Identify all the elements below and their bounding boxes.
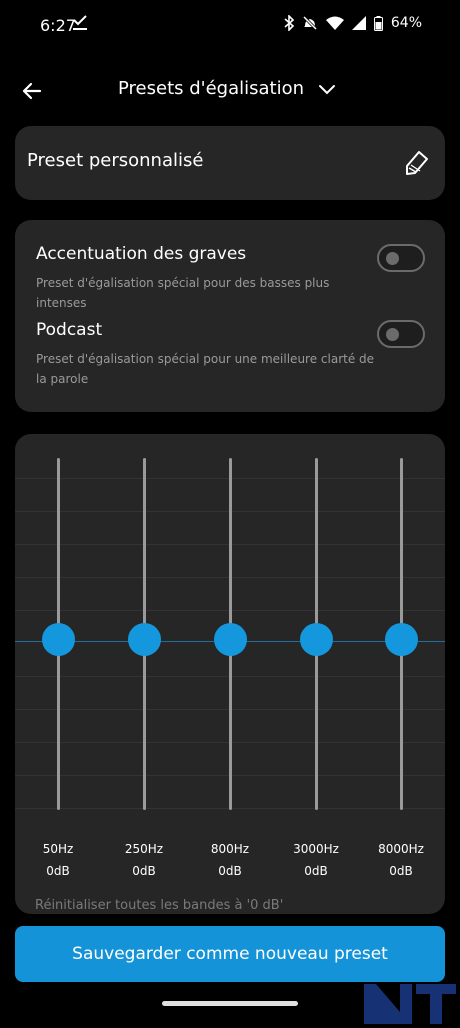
equalizer-card: 50Hz 0dB 250Hz 0dB 800Hz 0dB 3000Hz 0dB …	[15, 434, 445, 914]
eq-band-800hz: 800Hz 0dB	[200, 434, 260, 894]
eq-band-gain: 0dB	[389, 864, 413, 878]
eq-slider-handle[interactable]	[385, 623, 418, 656]
eq-band-frequency: 800Hz	[210, 842, 250, 856]
status-icons: 64%	[284, 15, 422, 31]
eq-band-3000hz: 3000Hz 0dB	[286, 434, 346, 894]
page-title: Presets d'égalisation	[118, 78, 305, 99]
eq-band-8000hz: 8000Hz 0dB	[371, 434, 431, 894]
back-button[interactable]	[18, 76, 48, 106]
eq-band-frequency: 250Hz	[124, 842, 164, 856]
eq-band-frequency: 50Hz	[42, 842, 74, 856]
status-time: 6:27	[40, 16, 76, 35]
chevron-down-icon	[319, 84, 336, 94]
eq-band-gain: 0dB	[132, 864, 156, 878]
pencil-icon	[406, 151, 428, 175]
podcast-description: Preset d'égalisation spécial pour une me…	[36, 352, 375, 386]
podcast-title: Podcast	[36, 320, 103, 340]
bluetooth-icon	[284, 15, 294, 31]
eq-slider-handle[interactable]	[214, 623, 247, 656]
gesture-nav-bar[interactable]	[162, 1001, 298, 1006]
preset-toggles-card: Accentuation des graves Preset d'égalisa…	[15, 220, 445, 412]
eq-slider-handle[interactable]	[300, 623, 333, 656]
status-bar: 6:27 64%	[0, 0, 460, 52]
edit-preset-button[interactable]	[401, 148, 431, 178]
eq-slider-handle[interactable]	[42, 623, 75, 656]
eq-slider-handle[interactable]	[128, 623, 161, 656]
custom-preset-card[interactable]: Preset personnalisé	[15, 126, 445, 200]
header: Presets d'égalisation	[0, 70, 460, 110]
eq-band-frequency: 3000Hz	[293, 842, 339, 856]
eq-band-gain: 0dB	[304, 864, 328, 878]
eq-band-frequency: 8000Hz	[378, 842, 424, 856]
download-done-icon	[72, 14, 88, 32]
mute-icon	[302, 15, 318, 31]
eq-band-250hz: 250Hz 0dB	[114, 434, 174, 894]
signal-icon	[351, 16, 366, 30]
eq-band-gain: 0dB	[218, 864, 242, 878]
podcast-row: Podcast Preset d'égalisation spécial pou…	[36, 320, 425, 389]
wifi-icon	[325, 16, 344, 30]
bass-boost-description: Preset d'égalisation spécial pour des ba…	[36, 276, 330, 310]
battery-icon	[373, 15, 383, 31]
bass-boost-title: Accentuation des graves	[36, 244, 247, 264]
preset-label: Preset personnalisé	[27, 150, 204, 171]
podcast-toggle[interactable]	[377, 320, 425, 348]
arrow-left-icon	[22, 82, 42, 100]
bass-boost-row: Accentuation des graves Preset d'égalisa…	[36, 244, 425, 313]
preset-dropdown[interactable]: Presets d'égalisation	[118, 78, 336, 99]
eq-band-50hz: 50Hz 0dB	[28, 434, 88, 894]
eq-band-gain: 0dB	[46, 864, 70, 878]
watermark-logo	[360, 964, 460, 1024]
toggle-knob	[386, 252, 399, 265]
toggle-knob	[386, 328, 399, 341]
bass-boost-toggle[interactable]	[377, 244, 425, 272]
reset-bands-link[interactable]: Réinitialiser toutes les bandes à '0 dB'	[35, 898, 283, 913]
battery-percent: 64%	[390, 15, 422, 31]
